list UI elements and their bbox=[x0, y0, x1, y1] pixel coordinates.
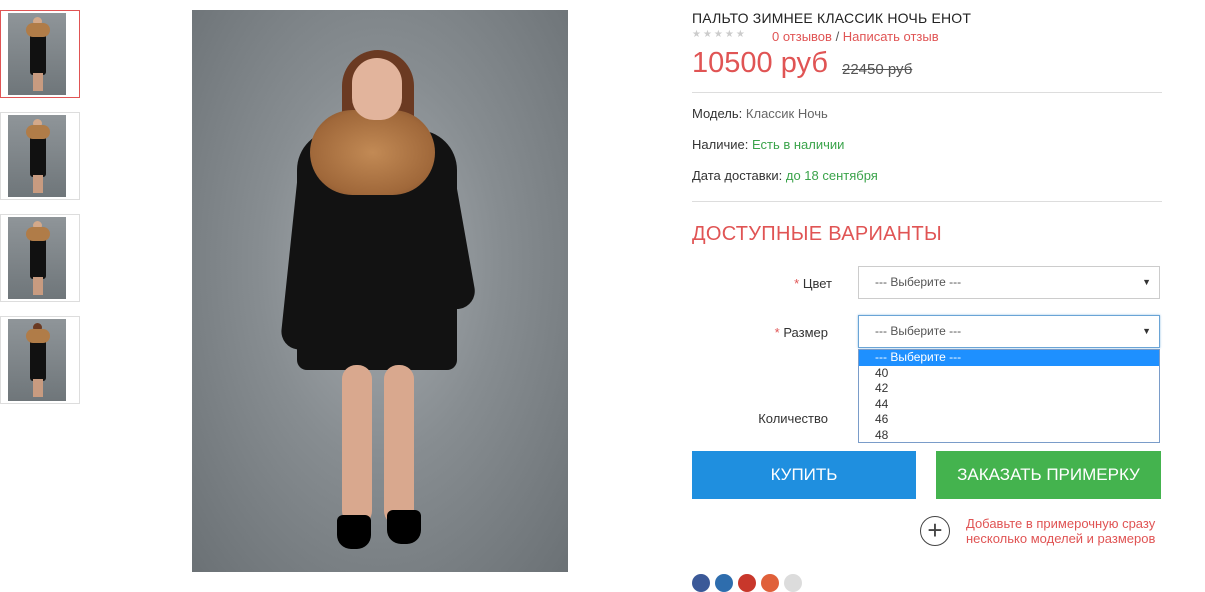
size-option[interactable]: 42 bbox=[859, 381, 1159, 397]
thumbnail-2[interactable] bbox=[0, 112, 80, 200]
size-option[interactable]: 44 bbox=[859, 397, 1159, 413]
vk-icon[interactable] bbox=[715, 574, 733, 592]
spec-delivery-label: Дата доставки: bbox=[692, 168, 783, 183]
write-review-link[interactable]: Написать отзыв bbox=[843, 29, 939, 44]
size-option[interactable]: 48 bbox=[859, 428, 1159, 444]
thumbnail-1[interactable] bbox=[0, 10, 80, 98]
thumbnail-image bbox=[8, 115, 66, 197]
spec-model: Модель: Классик Ночь bbox=[692, 106, 828, 121]
spec-model-label: Модель: bbox=[692, 106, 743, 121]
chevron-down-icon: ▼ bbox=[1142, 277, 1151, 287]
size-label-text: Размер bbox=[783, 325, 828, 340]
spec-model-value: Классик Ночь bbox=[745, 106, 828, 121]
size-select-value: --- Выберите --- bbox=[875, 324, 962, 338]
quantity-label: Количество bbox=[758, 411, 828, 426]
required-mark: * bbox=[794, 276, 800, 291]
color-label-text: Цвет bbox=[802, 276, 832, 291]
spec-delivery: Дата доставки: до 18 сентября bbox=[692, 168, 878, 183]
google-plus-icon[interactable] bbox=[738, 574, 756, 592]
thumbnail-gallery bbox=[0, 10, 80, 418]
thumbnail-4[interactable] bbox=[0, 316, 80, 404]
social-share-bar bbox=[692, 574, 807, 592]
size-option[interactable]: --- Выберите --- bbox=[859, 350, 1159, 366]
color-select-value: --- Выберите --- bbox=[875, 275, 962, 289]
color-label: * Цвет bbox=[692, 276, 832, 291]
size-select[interactable]: --- Выберите --- ▼ bbox=[858, 315, 1160, 348]
chevron-down-icon: ▼ bbox=[1142, 326, 1151, 336]
thumbnail-image bbox=[8, 217, 66, 299]
size-option[interactable]: 40 bbox=[859, 366, 1159, 382]
buy-button[interactable]: КУПИТЬ bbox=[692, 451, 916, 499]
divider bbox=[692, 201, 1162, 202]
reviews-line: 0 отзывов / Написать отзыв bbox=[772, 29, 939, 44]
divider bbox=[692, 92, 1162, 93]
size-dropdown-list: --- Выберите --- 40 42 44 46 48 bbox=[858, 349, 1160, 443]
main-product-image[interactable] bbox=[192, 10, 568, 572]
size-option[interactable]: 46 bbox=[859, 412, 1159, 428]
product-title: ПАЛЬТО ЗИМНЕЕ КЛАССИК НОЧЬ ЕНОТ bbox=[692, 10, 972, 26]
required-mark: * bbox=[774, 325, 780, 340]
odnoklassniki-icon[interactable] bbox=[761, 574, 779, 592]
spec-availability: Наличие: Есть в наличии bbox=[692, 137, 844, 152]
spec-availability-value: Есть в наличии bbox=[751, 137, 845, 152]
reviews-separator: / bbox=[831, 29, 843, 44]
reviews-count-link[interactable]: 0 отзывов bbox=[772, 29, 832, 44]
size-label: * Размер bbox=[688, 325, 828, 340]
rating-stars-icon: ★★★★★ bbox=[692, 29, 747, 40]
old-price: 22450 руб bbox=[842, 61, 913, 78]
add-to-fitting-icon[interactable]: + bbox=[920, 516, 950, 546]
thumbnail-image bbox=[8, 319, 66, 401]
more-share-icon[interactable] bbox=[784, 574, 802, 592]
thumbnail-3[interactable] bbox=[0, 214, 80, 302]
order-fitting-button[interactable]: ЗАКАЗАТЬ ПРИМЕРКУ bbox=[936, 451, 1161, 499]
spec-availability-label: Наличие: bbox=[692, 137, 749, 152]
options-heading: ДОСТУПНЫЕ ВАРИАНТЫ bbox=[692, 223, 943, 245]
product-price: 10500 руб bbox=[692, 47, 828, 79]
facebook-icon[interactable] bbox=[692, 574, 710, 592]
color-select[interactable]: --- Выберите --- ▼ bbox=[858, 266, 1160, 299]
add-to-fitting-note: Добавьте в примерочную сразу несколько м… bbox=[966, 516, 1156, 546]
thumbnail-image bbox=[8, 13, 66, 95]
spec-delivery-value: до 18 сентября bbox=[785, 168, 878, 183]
